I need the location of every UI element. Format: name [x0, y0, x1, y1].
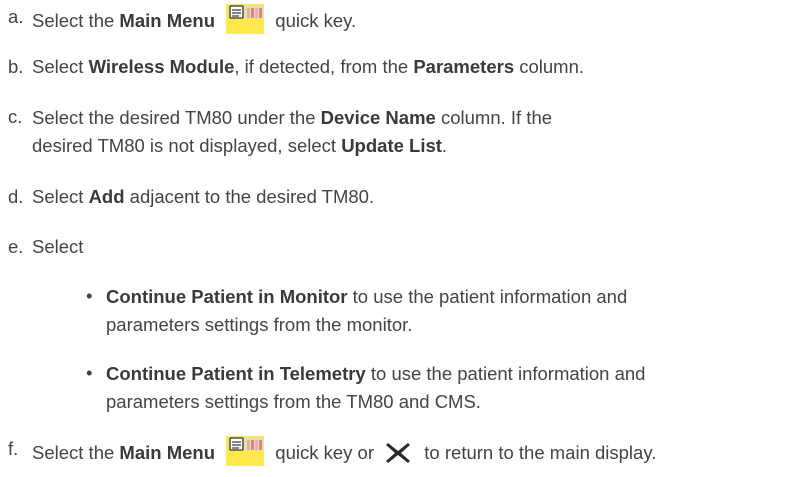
device-name-term: Device Name	[320, 107, 436, 128]
step-label: b.	[8, 56, 24, 77]
step-text: adjacent to the desired TM80.	[124, 186, 375, 207]
instruction-list: a. Select the Main Menu quick key. b. Se…	[0, 0, 806, 477]
step-f: f. Select the Main Menu quick key or to …	[8, 436, 790, 473]
step-e: e. Select	[8, 234, 790, 261]
bullet-item-telemetry: • Continue Patient in Telemetry to use t…	[86, 360, 646, 416]
main-menu-term: Main Menu	[119, 442, 216, 463]
step-text: , if detected, from the	[234, 56, 414, 77]
step-text: Select the	[32, 10, 120, 31]
step-text: Select	[32, 56, 89, 77]
step-text: quick key or	[270, 442, 380, 463]
step-c: c. Select the desired TM80 under the Dev…	[8, 104, 568, 160]
main-menu-icon	[226, 436, 265, 466]
step-text: Select the desired TM80 under the	[32, 107, 321, 128]
step-label: c.	[8, 106, 23, 127]
add-term: Add	[88, 186, 125, 207]
step-text: quick key.	[270, 10, 357, 31]
step-label: e.	[8, 236, 24, 257]
step-text: Select	[32, 186, 89, 207]
step-d: d. Select Add adjacent to the desired TM…	[8, 184, 790, 211]
wireless-module-term: Wireless Module	[88, 56, 235, 77]
step-text: column.	[514, 56, 585, 77]
step-label: f.	[8, 438, 19, 459]
bullet-item-monitor: • Continue Patient in Monitor to use the…	[86, 283, 646, 339]
parameters-term: Parameters	[413, 56, 515, 77]
close-x-icon	[385, 441, 411, 473]
step-text: Select	[32, 236, 84, 257]
continue-patient-monitor-term: Continue Patient in Monitor	[106, 286, 348, 307]
step-text: Select the	[32, 442, 120, 463]
step-b: b. Select Wireless Module, if detected, …	[8, 54, 790, 81]
continue-patient-telemetry-term: Continue Patient in Telemetry	[106, 363, 366, 384]
update-list-term: Update List	[341, 135, 442, 156]
step-text: to return to the main display.	[419, 442, 657, 463]
step-a: a. Select the Main Menu quick key.	[8, 4, 790, 35]
main-menu-icon	[226, 4, 265, 34]
bullet-dot: •	[86, 362, 93, 383]
step-text: .	[441, 135, 448, 156]
main-menu-term: Main Menu	[119, 10, 216, 31]
step-label: a.	[8, 6, 24, 27]
step-label: d.	[8, 186, 24, 207]
bullet-dot: •	[86, 285, 93, 306]
